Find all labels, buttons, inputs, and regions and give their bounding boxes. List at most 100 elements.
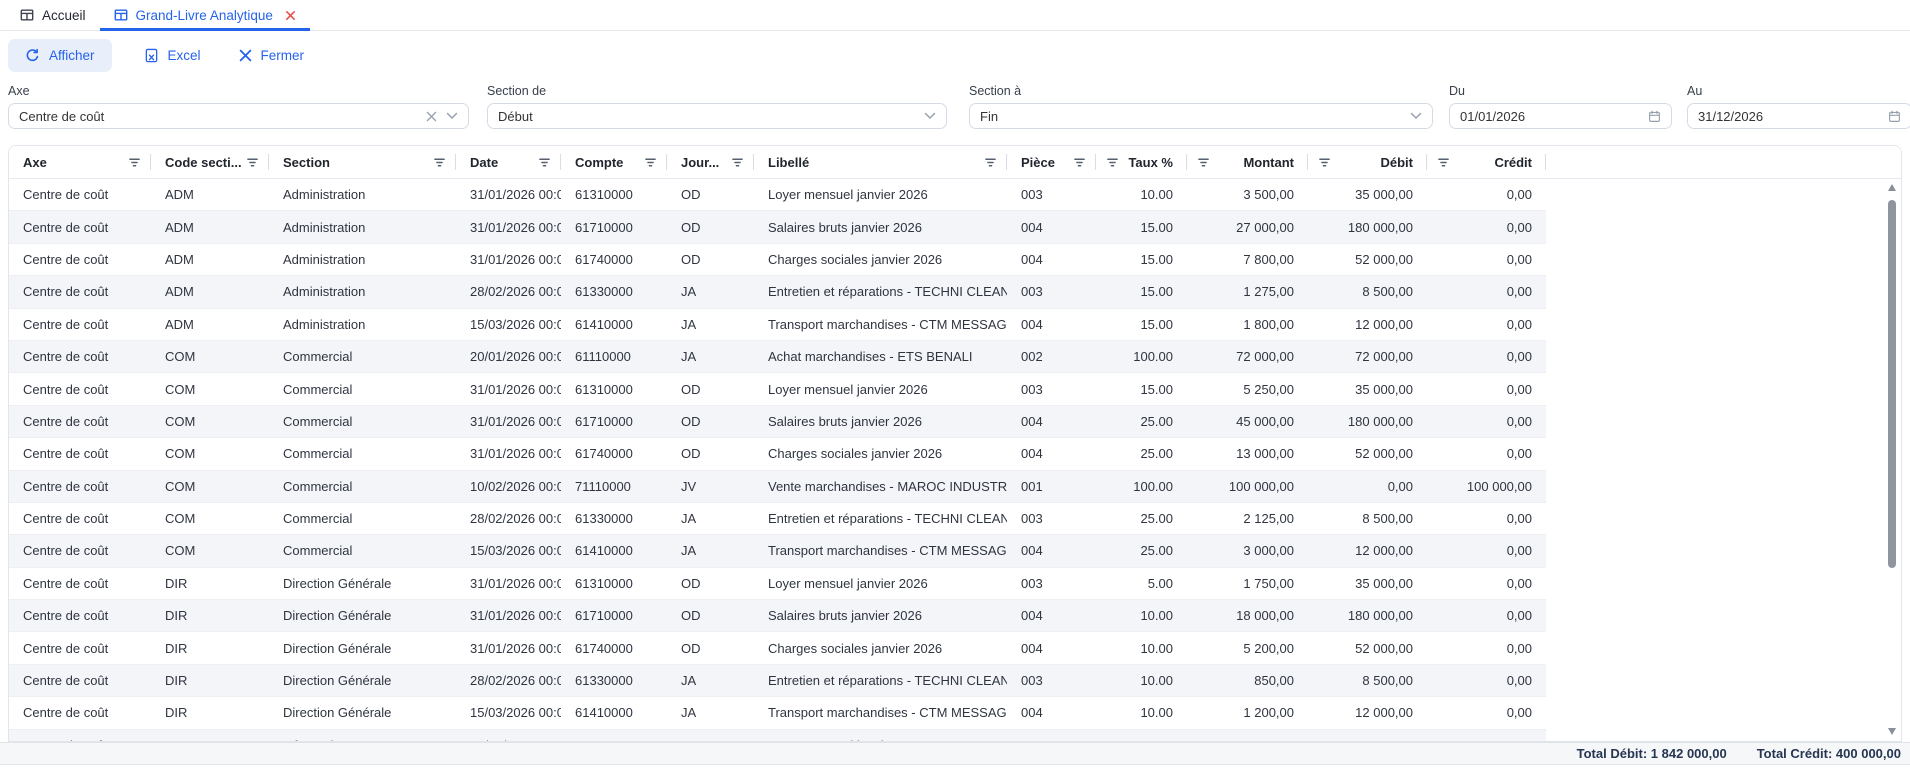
cell-credit: 0,00 [1427,414,1546,429]
tab-close-icon[interactable] [285,10,296,21]
table-row[interactable]: Centre de coûtADMAdministration15/03/202… [9,309,1546,341]
calendar-icon[interactable] [1648,110,1661,123]
cell-libelle: Salaires bruts janvier 2026 [754,220,1007,235]
cell-debit: 52 000,00 [1308,252,1427,267]
cell-journal: JA [667,511,754,526]
au-date-input[interactable]: 31/12/2026 [1687,103,1910,129]
cell-journal: OD [667,252,754,267]
column-header-section[interactable]: Section [269,146,456,178]
cell-montant: 1 800,00 [1187,317,1308,332]
table-row[interactable]: Centre de coûtDIRDirection Générale31/01… [9,632,1546,664]
calendar-icon[interactable] [1888,110,1901,123]
header-filter-icon[interactable] [644,156,657,169]
cell-axe: Centre de coût [9,220,151,235]
cell-debit: 8 500,00 [1308,511,1427,526]
tab-grand-livre-analytique[interactable]: Grand-Livre Analytique [100,0,310,30]
cell-code_section: COM [151,414,269,429]
column-header-libelle[interactable]: Libellé [754,146,1007,178]
cell-date: 31/01/2026 00:0 [456,382,561,397]
cell-montant: 100 000,00 [1187,479,1308,494]
fermer-button[interactable]: Fermer [233,39,311,72]
column-header-piece[interactable]: Pièce [1007,146,1096,178]
chevron-down-icon[interactable] [1410,112,1422,120]
table-row[interactable]: Centre de coûtCOMCommercial31/01/2026 00… [9,438,1546,470]
column-header-taux[interactable]: Taux % [1096,146,1187,178]
table-row[interactable]: Centre de coûtCOMCommercial10/02/2026 00… [9,471,1546,503]
clear-icon[interactable] [426,111,437,122]
chevron-down-icon[interactable] [446,112,458,120]
cell-libelle: Salaires bruts janvier 2026 [754,414,1007,429]
cell-montant: 72 000,00 [1187,349,1308,364]
scroll-down-icon[interactable] [1888,728,1896,735]
header-filter-icon[interactable] [1318,156,1331,169]
du-date-input[interactable]: 01/01/2026 [1449,103,1672,129]
cell-date: 15/03/2026 00:0 [456,317,561,332]
afficher-button[interactable]: Afficher [8,39,112,72]
vertical-scrollbar[interactable] [1885,180,1899,739]
chevron-down-icon[interactable] [924,112,936,120]
column-header-code_section[interactable]: Code secti... [151,146,269,178]
cell-credit: 0,00 [1427,608,1546,623]
cell-code_section: DIR [151,705,269,720]
header-filter-icon[interactable] [1073,156,1086,169]
excel-button[interactable]: Excel [138,39,207,72]
header-filter-icon[interactable] [433,156,446,169]
cell-compte: 61330000 [561,673,667,688]
header-filter-icon[interactable] [246,156,259,169]
header-filter-icon[interactable] [731,156,744,169]
header-filter-icon[interactable] [538,156,551,169]
header-filter-icon[interactable] [1437,156,1450,169]
table-row[interactable]: Centre de coûtDIRDirection Générale31/01… [9,568,1546,600]
cell-journal: JA [667,673,754,688]
cell-piece: 004 [1007,705,1096,720]
table-row[interactable]: Centre de coûtCOMCommercial20/01/2026 00… [9,341,1546,373]
cell-section: Direction Générale [269,641,456,656]
column-header-debit[interactable]: Débit [1308,146,1427,178]
cell-credit: 0,00 [1427,641,1546,656]
table-row[interactable]: Centre de coûtADMAdministration31/01/202… [9,179,1546,211]
grid-header-row: AxeCode secti...SectionDateCompteJour...… [9,146,1901,179]
cell-compte: 61310000 [561,187,667,202]
section-de-select[interactable]: Début [487,103,947,129]
column-header-montant[interactable]: Montant [1187,146,1308,178]
scroll-up-icon[interactable] [1888,184,1896,191]
table-row[interactable]: Centre de coûtADMAdministration31/01/202… [9,244,1546,276]
header-filter-icon[interactable] [984,156,997,169]
column-header-journal[interactable]: Jour... [667,146,754,178]
column-header-date[interactable]: Date [456,146,561,178]
cell-date: 31/01/2026 00:0 [456,252,561,267]
cell-section: Commercial [269,349,456,364]
table-row[interactable]: Centre de coûtADMAdministration31/01/202… [9,211,1546,243]
cell-compte: 61710000 [561,608,667,623]
table-row[interactable]: Centre de coûtCOMCommercial15/03/2026 00… [9,535,1546,567]
cell-montant: 1 750,00 [1187,576,1308,591]
header-filter-icon[interactable] [1197,156,1210,169]
cell-montant: 850,00 [1187,673,1308,688]
axe-select[interactable]: Centre de coût [8,103,469,129]
table-row[interactable]: Centre de coûtADMAdministration28/02/202… [9,276,1546,308]
cell-code_section: ADM [151,220,269,235]
column-header-compte[interactable]: Compte [561,146,667,178]
table-row[interactable]: Centre de coûtDIRDirection Générale15/03… [9,697,1546,729]
data-grid: AxeCode secti...SectionDateCompteJour...… [8,145,1902,742]
cell-credit: 0,00 [1427,576,1546,591]
cell-axe: Centre de coût [9,284,151,299]
section-a-select[interactable]: Fin [969,103,1433,129]
cell-axe: Centre de coût [9,317,151,332]
table-row[interactable]: Centre de coûtCOMCommercial31/01/2026 00… [9,373,1546,405]
axe-label: Axe [8,84,469,98]
table-row[interactable]: Centre de coûtDIRDirection Générale31/01… [9,600,1546,632]
cell-date: 28/02/2026 00:0 [456,284,561,299]
table-row[interactable]: Centre de coûtDIRDirection Générale28/02… [9,665,1546,697]
table-row[interactable]: Centre de coûtCOMCommercial31/01/2026 00… [9,406,1546,438]
column-header-axe[interactable]: Axe [9,146,151,178]
column-header-credit[interactable]: Crédit [1427,146,1546,178]
tab-accueil[interactable]: Accueil [6,0,100,30]
table-row[interactable]: Centre de coûtCOMCommercial28/02/2026 00… [9,503,1546,535]
header-filter-icon[interactable] [128,156,141,169]
scrollbar-thumb[interactable] [1888,200,1896,568]
header-filter-icon[interactable] [1106,156,1119,169]
cell-piece: 003 [1007,673,1096,688]
cell-montant: 13 000,00 [1187,446,1308,461]
table-row[interactable]: Centre de coûtITInformatique31/01/2026 0… [9,730,1546,742]
